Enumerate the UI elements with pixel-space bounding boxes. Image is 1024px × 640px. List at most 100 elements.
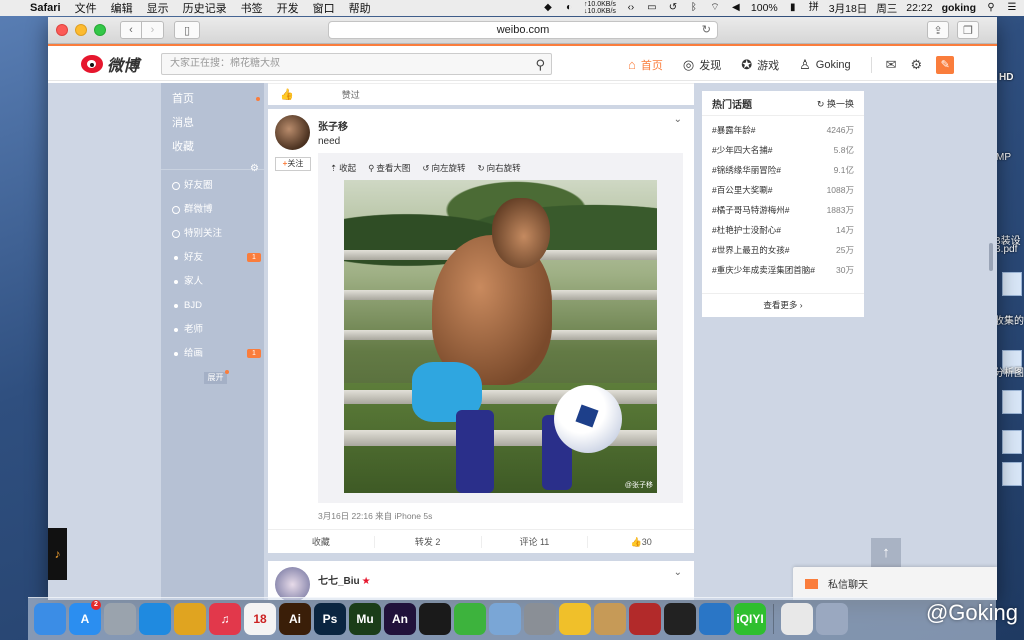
menu-view[interactable]: 显示: [147, 0, 169, 16]
nav-games[interactable]: ✪ 游戏: [741, 57, 779, 73]
desktop-label-hd[interactable]: HD: [999, 72, 1013, 83]
comment-button[interactable]: 评论 11: [482, 535, 589, 548]
hot-topic-item[interactable]: #暴露年龄# 4246万: [712, 120, 854, 140]
chevron-down-icon[interactable]: ⌄: [674, 567, 682, 578]
author-name[interactable]: 七七_Biu ★: [318, 572, 371, 587]
desktop-label-file3[interactable]: 分析图: [994, 364, 1024, 379]
back-to-top-button[interactable]: ↑: [871, 538, 901, 568]
collect-button[interactable]: 收藏: [268, 535, 375, 548]
author-avatar[interactable]: [275, 567, 310, 600]
nav-discover[interactable]: ◎ 发现: [683, 57, 721, 73]
sidebar-group-bjd[interactable]: BJD: [161, 294, 264, 318]
preview-icon[interactable]: [489, 603, 521, 635]
xcode-icon[interactable]: [699, 603, 731, 635]
compose-button[interactable]: ✎: [936, 55, 955, 74]
desktop-file-icon[interactable]: [1002, 430, 1022, 454]
expand-groups-button[interactable]: 展开: [204, 370, 229, 384]
close-window-button[interactable]: [56, 24, 68, 36]
spotlight-icon[interactable]: ⚲: [985, 3, 997, 13]
menu-edit[interactable]: 编辑: [111, 0, 133, 16]
hot-topic-item[interactable]: #少年四大名捕# 5.8亿: [712, 140, 854, 160]
launchpad-icon[interactable]: [104, 603, 136, 635]
desktop-file-icon[interactable]: [1002, 462, 1022, 486]
notification-center-icon[interactable]: ☰: [1006, 3, 1018, 13]
photoshop-icon[interactable]: Ps: [314, 603, 346, 635]
desktop-label-file2[interactable]: 收集的: [994, 312, 1024, 327]
post-photo[interactable]: @张子移: [344, 180, 657, 493]
sidebar-group-group-weibo[interactable]: 群微博: [161, 198, 264, 222]
group-settings-icon[interactable]: ⚙: [250, 163, 259, 174]
bluetooth-icon[interactable]: ᛒ: [688, 3, 700, 13]
hot-topic-item[interactable]: #杜艳护士没耐心# 14万: [712, 220, 854, 240]
desktop-file-icon[interactable]: [1002, 390, 1022, 414]
hot-topic-item[interactable]: #重庆少年成卖淫集团首脑# 30万: [712, 260, 854, 280]
nav-home[interactable]: ⌂ 首页: [628, 57, 663, 73]
photo-browser-icon[interactable]: [594, 603, 626, 635]
display-icon[interactable]: ▭: [646, 3, 658, 13]
author-avatar[interactable]: [275, 115, 310, 150]
wechat-icon[interactable]: [454, 603, 486, 635]
hot-topic-item[interactable]: #锦绣缘华丽冒险# 9.1亿: [712, 160, 854, 180]
tabs-overview-button[interactable]: ❐: [957, 21, 979, 39]
chevron-down-icon[interactable]: ⌄: [674, 114, 682, 125]
system-preferences-icon[interactable]: [524, 603, 556, 635]
search-icon[interactable]: ⚲: [535, 55, 545, 75]
illustrator-icon[interactable]: Ai: [279, 603, 311, 635]
photo-booth-icon[interactable]: [629, 603, 661, 635]
menubar-time[interactable]: 22:22: [906, 2, 932, 14]
settings-icon[interactable]: ⚙: [911, 57, 923, 73]
reload-icon[interactable]: ↻: [702, 22, 711, 38]
desktop-label-mp[interactable]: MP: [996, 152, 1011, 163]
like-button[interactable]: 👍30: [588, 536, 694, 548]
rotate-right-button[interactable]: ↻ 向右旋转: [478, 162, 521, 174]
safari-icon[interactable]: [139, 603, 171, 635]
forward-button[interactable]: ›: [142, 21, 164, 39]
activity-monitor-icon[interactable]: [664, 603, 696, 635]
weibo-logo[interactable]: 微博: [81, 52, 139, 76]
itunes-icon[interactable]: ♫: [209, 603, 241, 635]
time-machine-icon[interactable]: ↺: [667, 3, 679, 13]
document-icon[interactable]: [781, 603, 813, 635]
menu-history[interactable]: 历史记录: [183, 0, 227, 16]
wifi-icon[interactable]: ⌔: [709, 3, 721, 13]
battery-percent[interactable]: 100%: [751, 2, 778, 14]
nav-profile[interactable]: ♙ Goking: [799, 57, 851, 73]
code-icon[interactable]: ‹›: [625, 3, 637, 13]
sidebar-group-family[interactable]: 家人: [161, 270, 264, 294]
muse-icon[interactable]: Mu: [349, 603, 381, 635]
liked-thumb-icon[interactable]: 👍: [280, 88, 294, 101]
menubar-date[interactable]: 3月18日: [829, 1, 868, 16]
menu-help[interactable]: 帮助: [349, 0, 371, 16]
address-bar[interactable]: weibo.com ↻: [328, 21, 718, 39]
dropbox-icon[interactable]: ◆: [542, 3, 554, 13]
sidebar-item-messages[interactable]: 消息: [161, 111, 264, 135]
music-note-icon[interactable]: ♪: [48, 528, 67, 580]
see-more-link[interactable]: 查看更多 ›: [702, 293, 864, 317]
desktop-label-file1b[interactable]: B.pdf: [994, 244, 1017, 255]
finder-icon[interactable]: [34, 603, 66, 635]
menu-file[interactable]: 文件: [75, 0, 97, 16]
qq-icon[interactable]: [419, 603, 451, 635]
collapse-button[interactable]: ⇡ 收起: [330, 162, 356, 174]
back-button[interactable]: ‹: [120, 21, 142, 39]
sidebar-item-home[interactable]: 首页: [161, 87, 264, 111]
desktop-file-icon[interactable]: [1002, 272, 1022, 296]
animate-icon[interactable]: An: [384, 603, 416, 635]
post-meta[interactable]: 3月16日 22:16 来自 iPhone 5s: [318, 510, 432, 522]
menu-window[interactable]: 窗口: [313, 0, 335, 16]
hot-topic-item[interactable]: #世界上最丑的女孩# 25万: [712, 240, 854, 260]
sidebar-toggle-button[interactable]: ▯: [174, 21, 200, 39]
sidebar-item-favorites[interactable]: 收藏: [161, 135, 264, 159]
fullscreen-window-button[interactable]: [94, 24, 106, 36]
photos-icon[interactable]: [559, 603, 591, 635]
follow-button[interactable]: +关注: [275, 157, 311, 171]
menubar-weekday[interactable]: 周三: [876, 1, 897, 16]
hot-topic-item[interactable]: #百公里大奖唰# 1088万: [712, 180, 854, 200]
menu-develop[interactable]: 开发: [277, 0, 299, 16]
refresh-button[interactable]: ↻ 换一换: [817, 97, 854, 110]
iqiyi-icon[interactable]: iQIYI: [734, 603, 766, 635]
sidebar-group-friends-circle[interactable]: 好友圈: [161, 174, 264, 198]
sidebar-group-teacher[interactable]: 老师: [161, 318, 264, 342]
search-input[interactable]: 大家正在搜：棉花糖大叔 ⚲: [161, 53, 552, 75]
sidebar-group-painting[interactable]: 给画 1: [161, 342, 264, 366]
